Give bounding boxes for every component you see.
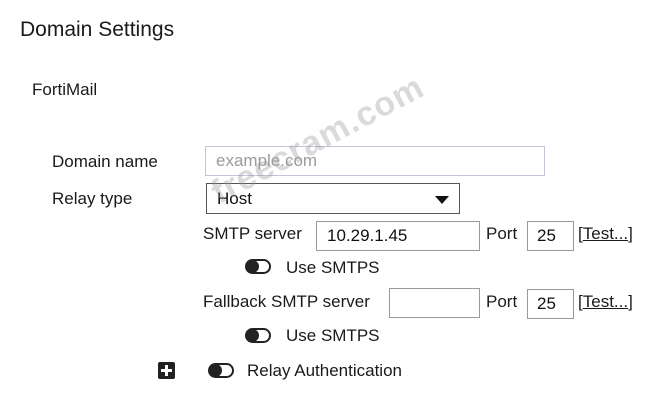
relay-type-selected: Host [217,189,252,208]
relay-auth-label: Relay Authentication [247,361,402,380]
smtp-server-input[interactable] [316,221,480,251]
fallback-smtp-input[interactable] [389,288,480,318]
smtp-use-smtps-label: Use SMTPS [286,258,380,277]
fallback-test-label: Test... [582,292,629,311]
smtp-port-label: Port [486,224,518,243]
expand-plus-icon[interactable] [158,362,175,379]
fallback-port-input[interactable] [527,289,574,319]
domain-name-input[interactable] [205,146,545,176]
toggle-knob [209,364,222,377]
smtp-test-link[interactable]: [Test...] [578,224,633,244]
relay-type-label: Relay type [52,189,133,208]
bracket-close: ] [628,224,633,243]
smtp-use-smtps-toggle[interactable] [245,259,271,274]
bracket-close: ] [628,292,633,311]
smtp-test-label: Test... [582,224,629,243]
smtp-port-input[interactable] [527,221,574,251]
toggle-knob [246,329,259,342]
relay-auth-toggle[interactable] [208,363,234,378]
chevron-down-icon [435,196,449,204]
relay-type-select[interactable]: Host [206,183,460,214]
fallback-smtp-label: Fallback SMTP server [203,292,370,311]
page-title: Domain Settings [20,18,175,41]
fallback-test-link[interactable]: [Test...] [578,292,633,312]
fallback-port-label: Port [486,292,518,311]
section-title: FortiMail [32,80,98,99]
toggle-knob [246,260,259,273]
fallback-use-smtps-label: Use SMTPS [286,326,380,345]
smtp-server-label: SMTP server [203,224,302,243]
fallback-use-smtps-toggle[interactable] [245,328,271,343]
domain-name-label: Domain name [52,152,158,171]
